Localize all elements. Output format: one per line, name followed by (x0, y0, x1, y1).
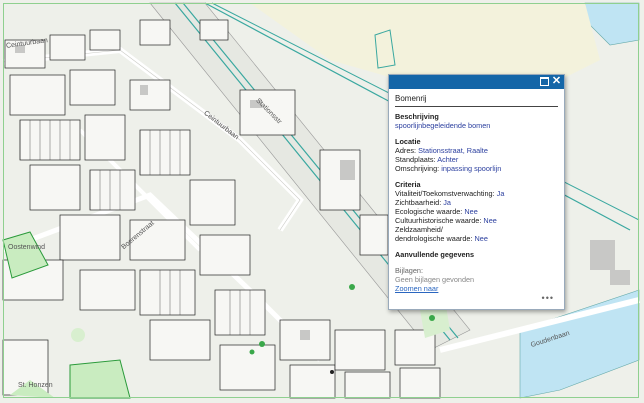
field-label: Zichtbaarheid: (395, 198, 442, 207)
field-label: Vitaliteit/Toekomstverwachting: (395, 189, 495, 198)
field-value: Ja (443, 198, 451, 207)
field-row: dendrologische waarde: Nee (395, 234, 558, 243)
field-value: Ja (496, 189, 505, 198)
street-label: Oostenwind (8, 244, 45, 251)
attachments-empty: Geen bijlagen gevonden (395, 275, 475, 284)
field-label: Cultuurhistorische waarde: (395, 216, 482, 225)
zoom-to-link[interactable]: Zoomen naar (395, 284, 438, 293)
field-row: Ecologische waarde: Nee (395, 207, 558, 216)
field-row: Cultuurhistorische waarde: Nee (395, 216, 558, 225)
field-row: Adres: Stationsstraat, Raalte (395, 146, 558, 155)
popup-body: Bomenrij Beschrijving spoorlijnbegeleide… (389, 89, 564, 293)
popup-title: Bomenrij (395, 94, 558, 107)
field-label: dendrologische waarde: (395, 234, 473, 243)
maximize-icon[interactable] (539, 76, 550, 87)
field-row: Zeldzaamheid/ (395, 225, 558, 234)
attachments-label: Bijlagen: (395, 266, 423, 275)
field-label: Zeldzaamheid/ (395, 225, 443, 234)
field-row: Omschrijving: inpassing spoorlijn (395, 164, 558, 173)
field-value: inpassing spoorlijn (441, 164, 502, 173)
field-value: Stationsstraat, Raalte (418, 146, 488, 155)
field-label: Ecologische waarde: (395, 207, 463, 216)
field-label: Omschrijving: (395, 164, 440, 173)
field-row: Zichtbaarheid: Ja (395, 198, 558, 207)
field-label: Adres: (395, 146, 417, 155)
more-options-button[interactable]: ••• (542, 293, 554, 303)
field-label: Standplaats: (395, 155, 436, 164)
field-value: Nee (483, 216, 497, 225)
field-row: Standplaats: Achter (395, 155, 558, 164)
field-value: Achter (437, 155, 459, 164)
section-heading: Beschrijving (395, 112, 439, 121)
popup-header: ✕ (389, 75, 564, 89)
section-heading: Aanvullende gegevens (395, 250, 475, 259)
feature-popup: ✕ Bomenrij Beschrijving spoorlijnbegelei… (388, 74, 565, 310)
field-value: Nee (474, 234, 488, 243)
section-heading: Criteria (395, 180, 421, 189)
place-label: St. Honzen (18, 382, 53, 389)
close-icon[interactable]: ✕ (551, 76, 562, 87)
field-row: Vitaliteit/Toekomstverwachting: Ja (395, 189, 558, 198)
description-value: spoorlijnbegeleidende bomen (395, 121, 491, 130)
section-heading: Locatie (395, 137, 421, 146)
field-value: Nee (464, 207, 478, 216)
